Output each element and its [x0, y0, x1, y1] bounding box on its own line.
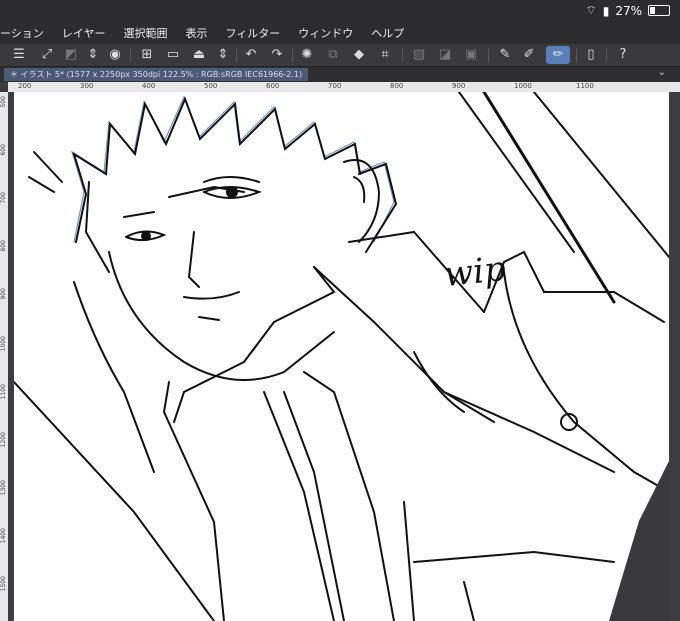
ruler-tick: 1100	[576, 82, 594, 90]
stepper-icon[interactable]: ⇕	[84, 46, 102, 64]
ruler-tick: 1000	[514, 82, 532, 90]
canvas-fit-icon[interactable]: ⤢	[38, 46, 56, 64]
ruler-tick: 1300	[0, 480, 7, 496]
battery-icon	[648, 5, 670, 16]
crop-icon[interactable]: ⌗	[376, 46, 394, 64]
menu-window[interactable]: ウィンドウ	[298, 25, 353, 41]
brush-icon[interactable]: ✐	[520, 46, 538, 64]
status-bar: ⌔ ▮ 27%	[0, 0, 680, 22]
ruler-tick: 1000	[0, 336, 7, 352]
stepper-icon-2[interactable]: ⇕	[214, 46, 232, 64]
redo-icon[interactable]: ↷	[268, 46, 286, 64]
ruler-tick: 900	[452, 82, 466, 90]
page-corner-shadow	[609, 461, 669, 621]
copy-layer-icon[interactable]: ⧉	[324, 46, 342, 64]
ruler-tick: 600	[266, 82, 280, 90]
pencil-active-icon[interactable]: ✏	[546, 46, 570, 64]
menu-selection[interactable]: 選択範囲	[123, 25, 167, 41]
device-icon[interactable]: ▯	[582, 46, 600, 64]
document-tab[interactable]: ＊ イラスト 5* (1577 x 2250px 350dpi 122.5% :…	[4, 68, 309, 81]
ruler-tick: 800	[390, 82, 404, 90]
menu-filter[interactable]: フィルター	[225, 25, 280, 41]
ruler-tick: 400	[142, 82, 156, 90]
menu-view[interactable]: 表示	[185, 25, 207, 41]
ruler-tick: 700	[0, 192, 7, 204]
new-file-icon[interactable]: ⊞	[138, 46, 156, 64]
fill-icon[interactable]: ◆	[350, 46, 368, 64]
ruler-tick: 500	[0, 96, 7, 108]
ruler-tick: 1200	[0, 432, 7, 448]
menu-animation[interactable]: ーション	[0, 25, 44, 41]
ruler-tick: 600	[0, 144, 7, 156]
help-icon[interactable]: ?	[614, 46, 632, 64]
ruler-tick: 1500	[0, 576, 7, 592]
pen-icon[interactable]: ✎	[496, 46, 514, 64]
ruler-tick: 500	[204, 82, 218, 90]
menu-icon[interactable]: ☰	[10, 46, 28, 64]
chevron-down-icon[interactable]: ⌄	[658, 67, 666, 78]
ruler-tick: 800	[0, 240, 7, 252]
lock-icon: ▮	[602, 3, 610, 18]
transform-icon[interactable]: ◩	[62, 46, 80, 64]
menu-layer[interactable]: レイヤー	[62, 25, 106, 41]
ruler-tick: 200	[18, 82, 32, 90]
menu-help[interactable]: ヘルプ	[371, 25, 404, 41]
ruler-tick: 700	[328, 82, 342, 90]
save-icon[interactable]: ⏏	[190, 46, 208, 64]
ruler-tick: 900	[0, 288, 7, 300]
battery-percent: 27%	[615, 3, 642, 18]
loading-icon[interactable]: ✺	[298, 46, 316, 64]
undo-icon[interactable]: ↶	[242, 46, 260, 64]
document-tab-bar: ＊ イラスト 5* (1577 x 2250px 350dpi 122.5% :…	[0, 67, 680, 82]
selection-fill-icon[interactable]: ▣	[462, 46, 480, 64]
screen-record-icon[interactable]: ◉	[106, 46, 124, 64]
command-bar: ☰ ⤢ ◩ ⇕ ◉ ⊞ ▭ ⏏ ⇕ ↶ ↷ ✺ ⧉ ◆ ⌗ ▧ ◪ ▣ ✎ ✐ …	[0, 44, 680, 67]
drawing-canvas[interactable]: wip	[14, 92, 669, 621]
clear-selection-icon[interactable]: ◪	[436, 46, 454, 64]
wip-text: wip	[442, 248, 508, 296]
ruler-tick: 300	[80, 82, 94, 90]
clear-icon[interactable]: ▧	[410, 46, 428, 64]
wifi-icon: ⌔	[585, 3, 597, 17]
menu-bar: ーション レイヤー 選択範囲 表示 フィルター ウィンドウ ヘルプ	[0, 22, 680, 44]
line-art-drawing	[14, 92, 669, 621]
open-folder-icon[interactable]: ▭	[164, 46, 182, 64]
ruler-tick: 1100	[0, 384, 7, 400]
ruler-tick: 1400	[0, 528, 7, 544]
